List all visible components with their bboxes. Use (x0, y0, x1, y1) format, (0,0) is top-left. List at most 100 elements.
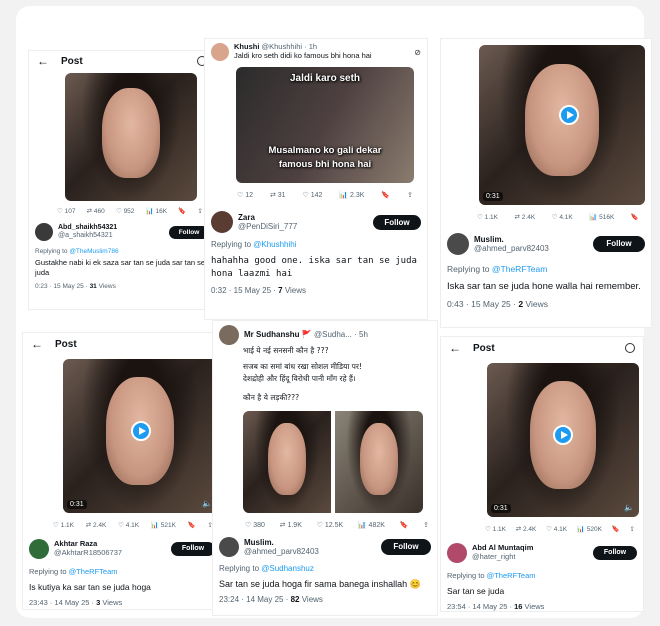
bookmark-icon[interactable]: 🔖 (612, 525, 620, 533)
reply-mention[interactable]: @Sudhanshuz (261, 564, 314, 573)
user-name[interactable]: Abd_shaikh54321 (58, 224, 169, 232)
share-icon[interactable]: ⇪ (630, 525, 635, 533)
user-handle[interactable]: @ahmed_parv82403 (474, 244, 593, 253)
view-count[interactable]: 📊 520K (577, 525, 602, 533)
user-name[interactable]: Muslim. (474, 235, 593, 244)
repost-count[interactable]: ⇄ 460 (87, 207, 105, 215)
user-handle[interactable]: @ahmed_parv82403 (244, 547, 381, 556)
share-icon[interactable]: ⇪ (407, 191, 413, 199)
user-info: Muslim. @ahmed_parv82403 (474, 235, 593, 253)
user-name[interactable]: Muslim. (244, 538, 381, 547)
post-header: ← Post (23, 333, 221, 355)
post-title: Post (55, 338, 77, 350)
post-title: Post (473, 342, 495, 354)
like-count[interactable]: ♡ 12.5K (317, 521, 344, 529)
bookmark-icon[interactable]: 🔖 (178, 207, 186, 215)
back-arrow-icon[interactable]: ← (449, 341, 461, 355)
view-count[interactable]: 📊 2.3K (339, 191, 364, 199)
play-icon[interactable] (553, 425, 573, 445)
share-icon[interactable]: ⇪ (198, 207, 203, 215)
reply-count[interactable]: ♡ 107 (57, 207, 75, 215)
meme-image[interactable]: Jaldi karo seth Musalmano ko gali dekar … (236, 67, 414, 183)
user-handle[interactable]: @hater_right (472, 552, 593, 562)
refresh-icon[interactable] (625, 343, 635, 353)
like-count[interactable]: ♡ 4.1K (546, 525, 567, 533)
repost-count[interactable]: ⇄ 2.4K (516, 525, 537, 533)
reply-mention[interactable]: @TheRFTeam (487, 571, 536, 580)
play-icon[interactable] (131, 421, 151, 441)
follow-button[interactable]: Follow (169, 225, 209, 239)
reply-text: Sar tan se juda hoga fir sama banega ins… (219, 579, 421, 589)
avatar[interactable] (29, 539, 49, 559)
reply-count[interactable]: ♡ 1.1K (485, 525, 506, 533)
follow-button[interactable]: Follow (171, 542, 215, 556)
volume-icon[interactable]: 🔈 (624, 503, 634, 512)
play-icon[interactable] (559, 105, 579, 125)
user-name[interactable]: Mr Sudhanshu 🚩 (244, 330, 312, 339)
reply-mention[interactable]: @Khushhihi (253, 240, 296, 249)
bookmark-icon[interactable]: 🔖 (631, 213, 639, 221)
follow-button[interactable]: Follow (373, 214, 421, 230)
bookmark-icon[interactable]: 🔖 (188, 521, 196, 529)
view-count[interactable]: 📊 516K (589, 213, 614, 221)
follow-button[interactable]: Follow (381, 539, 431, 555)
reply-count[interactable]: ♡ 12 (237, 191, 253, 199)
timestamp[interactable]: 23:24 · 14 May 25 · (219, 595, 291, 604)
timestamp[interactable]: 0:23 · 15 May 25 · (35, 283, 90, 290)
video-thumbnail[interactable]: 0:31 🔈 (63, 359, 217, 513)
back-arrow-icon[interactable]: ← (31, 337, 43, 351)
user-handle[interactable]: @Sudha... · 5h (314, 330, 368, 339)
like-count[interactable]: ♡ 142 (303, 191, 323, 199)
reply-mention[interactable]: @TheRFTeam (492, 264, 547, 274)
reply-text: Gustakhe nabi ki ek saza sar tan se juda… (35, 258, 206, 278)
follow-button[interactable]: Follow (593, 546, 637, 560)
avatar[interactable] (447, 543, 467, 563)
reply-text: Sar tan se juda (447, 586, 505, 596)
timestamp[interactable]: 0:43 · 15 May 25 · (447, 299, 518, 309)
avatar[interactable] (211, 43, 229, 61)
repost-count[interactable]: ⇄ 1.9K (280, 521, 302, 529)
share-icon[interactable]: ⇪ (423, 521, 429, 529)
timestamp[interactable]: 23:54 · 14 May 25 · (447, 602, 514, 611)
user-handle[interactable]: @PenDiSiri_777 (238, 222, 373, 231)
like-count[interactable]: ♡ 4.1K (552, 213, 573, 221)
reply-count[interactable]: ♡ 1.1K (477, 213, 498, 221)
like-count[interactable]: ♡ 4.1K (118, 521, 139, 529)
video-thumbnail[interactable] (65, 73, 197, 201)
timestamp[interactable]: 23:43 · 14 May 25 · (29, 598, 96, 607)
view-count[interactable]: 📊 16K (146, 207, 167, 215)
bookmark-icon[interactable]: 🔖 (400, 521, 409, 529)
view-count[interactable]: 📊 482K (358, 521, 385, 529)
tweet-image-1[interactable] (243, 411, 331, 513)
avatar[interactable] (35, 223, 53, 241)
user-handle[interactable]: @AkhtarR18506737 (54, 548, 171, 558)
user-name[interactable]: Zara (238, 213, 373, 222)
repost-count[interactable]: ⇄ 2.4K (515, 213, 536, 221)
avatar[interactable] (219, 325, 239, 345)
face-shape (267, 423, 307, 495)
volume-icon[interactable]: 🔈 (202, 499, 212, 508)
grok-icon[interactable]: ⊘ (414, 48, 421, 57)
avatar[interactable] (447, 233, 469, 255)
reply-mention[interactable]: @TheRFTeam (69, 567, 118, 576)
bookmark-icon[interactable]: 🔖 (381, 191, 390, 199)
reply-count[interactable]: ♡ 380 (245, 521, 265, 529)
tweet-image-2[interactable] (335, 411, 423, 513)
reply-prefix: Replying to (447, 571, 487, 580)
timestamp[interactable]: 0:32 · 15 May 25 · (211, 286, 278, 295)
reply-mention[interactable]: @TheMuslim786 (69, 248, 118, 255)
reply-count[interactable]: ♡ 1.1K (53, 521, 74, 529)
view-count[interactable]: 📊 521K (151, 521, 176, 529)
user-handle[interactable]: @a_shaikh54321 (58, 232, 169, 240)
video-thumbnail[interactable]: 0:31 🔈 (487, 363, 639, 517)
follow-button[interactable]: Follow (593, 236, 645, 252)
avatar[interactable] (211, 211, 233, 233)
tweet-line-3: देशद्रोही और हिंदू विरोधी पानी माँग रहे … (243, 373, 356, 383)
repost-count[interactable]: ⇄ 31 (270, 191, 286, 199)
like-count[interactable]: ♡ 952 (116, 207, 134, 215)
video-thumbnail[interactable]: 0:31 (479, 45, 645, 205)
repost-count[interactable]: ⇄ 2.4K (86, 521, 107, 529)
avatar[interactable] (219, 537, 239, 557)
post-panel-6: ← Post 0:31 🔈 ♡ 1.1K ⇄ 2.4K ♡ 4.1K 📊 520… (440, 336, 644, 612)
back-arrow-icon[interactable]: ← (37, 54, 49, 68)
